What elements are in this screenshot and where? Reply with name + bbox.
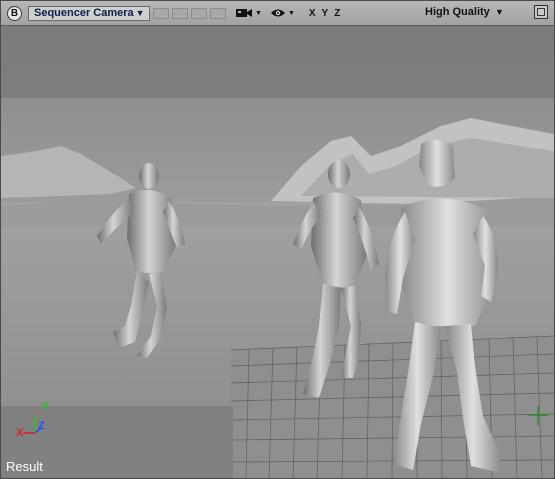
scene-render [1,26,554,478]
camera-icon[interactable] [235,7,253,19]
quality-dropdown-icon[interactable]: ▼ [495,7,504,17]
eye-dropdown-icon[interactable]: ▼ [288,10,295,17]
viewport-window: B Sequencer Camera ▼ ▼ ▼ XYZ High Qualit… [0,0,555,479]
quality-select[interactable]: High Quality [425,6,490,18]
camera-slot[interactable] [153,7,169,19]
eye-icon[interactable] [270,8,286,18]
viewport-toolbar: B Sequencer Camera ▼ ▼ ▼ XYZ High Qualit… [1,1,554,26]
maximize-icon[interactable] [534,5,548,19]
3d-viewport[interactable]: Y X Z [1,26,554,478]
gizmo-z-label: Z [38,420,45,432]
camera-slot[interactable] [172,7,188,19]
chevron-down-icon: ▼ [135,8,145,18]
result-label: Result [6,459,43,474]
camera-slot[interactable] [210,7,226,19]
camera-select-label: Sequencer Camera [34,7,134,19]
floor-grid [230,335,554,478]
gizmo-x-label: X [16,427,24,439]
camera-slots [153,7,229,19]
camera-select[interactable]: Sequencer Camera ▼ [28,5,150,21]
axes-toggle[interactable]: XYZ [309,8,346,19]
camera-slot[interactable] [191,7,207,19]
b-logo-icon[interactable]: B [7,5,22,21]
gizmo-y-label: Y [41,401,49,413]
camera-dropdown-icon[interactable]: ▼ [255,10,262,17]
